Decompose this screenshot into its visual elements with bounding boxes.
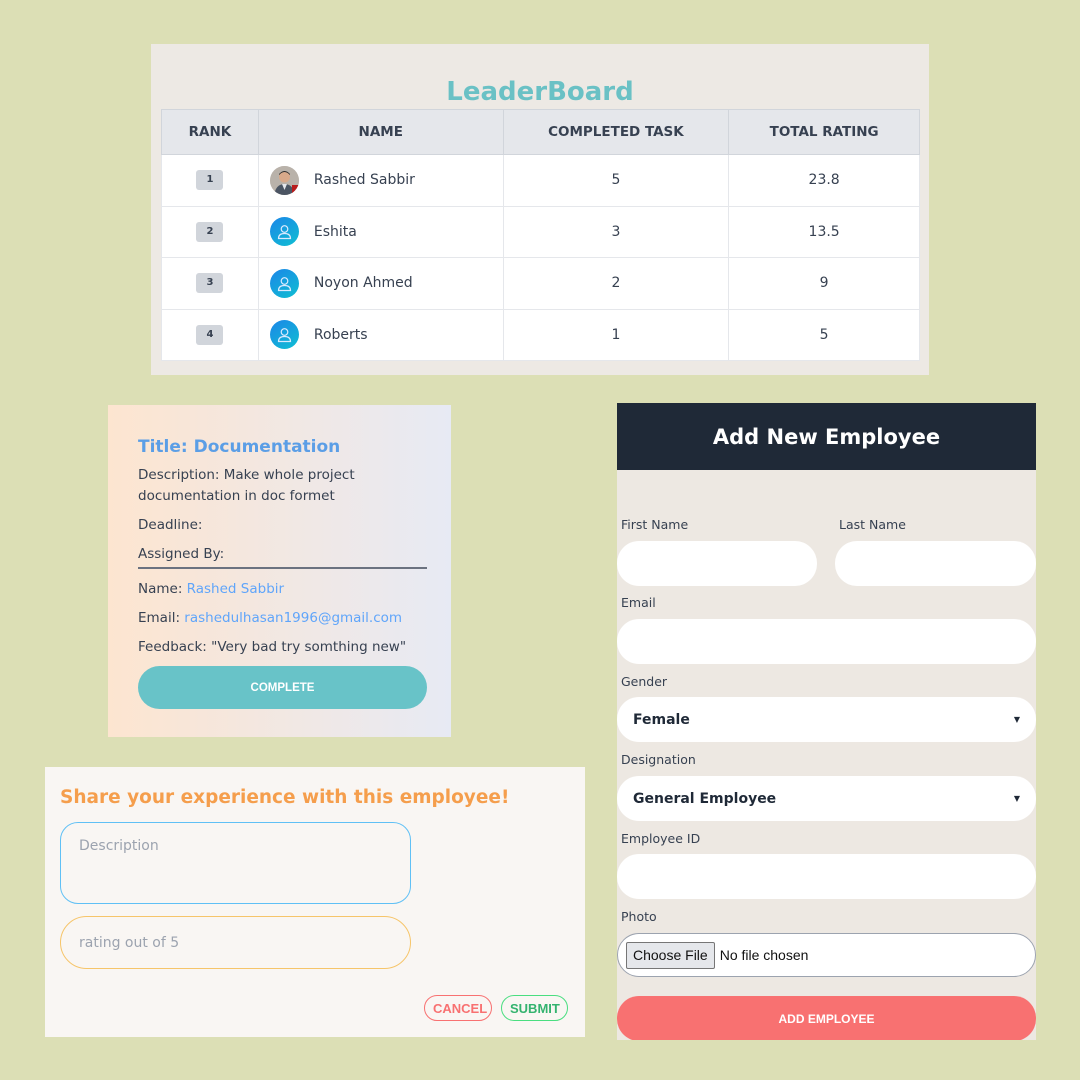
rank-badge: 3 — [196, 273, 224, 294]
complete-button[interactable]: COMPLETE — [138, 666, 427, 709]
assigner-name-value: Rashed Sabbir — [186, 581, 285, 597]
employee-name: Rashed Sabbir — [313, 172, 415, 189]
photo-file-input: Choose File No file chosen — [617, 933, 1036, 977]
designation-selected-value: General Employee — [633, 790, 777, 807]
last-name-label: Last Name — [839, 517, 906, 532]
assigner-name: Name: Rashed Sabbir — [138, 579, 427, 600]
submit-button[interactable]: SUBMIT — [501, 995, 568, 1021]
last-name-input[interactable] — [835, 541, 1036, 586]
first-name-input[interactable] — [617, 541, 817, 586]
description-textarea[interactable] — [60, 822, 411, 904]
photo-label: Photo — [621, 909, 657, 924]
assigner-email-value: rashedulhasan1996@gmail.com — [184, 610, 403, 626]
default-user-icon — [269, 268, 299, 298]
task-feedback: Feedback: "Very bad try somthing new" — [138, 639, 407, 655]
task-description: Description: Make whole project document… — [138, 467, 355, 504]
leaderboard-panel: LeaderBoard RANK NAME COMPLETED TASK TOT… — [151, 44, 929, 375]
leaderboard-table: RANK NAME COMPLETED TASK TOTAL RATING 1 … — [161, 109, 920, 361]
choose-file-button[interactable]: Choose File — [626, 941, 715, 969]
rank-badge: 4 — [196, 324, 224, 345]
rank-badge: 1 — [196, 170, 224, 191]
feedback-form: Share your experience with this employee… — [45, 767, 585, 1037]
designation-label: Designation — [621, 752, 696, 767]
caret-down-icon: ▼ — [1013, 794, 1020, 803]
employee-id-input[interactable] — [617, 854, 1036, 899]
name-header: NAME — [257, 109, 504, 155]
add-employee-button[interactable]: ADD EMPLOYEE — [617, 996, 1036, 1040]
add-employee-form: Add New Employee First Name Last Name Em… — [617, 403, 1036, 1040]
table-row: 3 Noyon Ahmed 2 9 — [161, 257, 920, 310]
form-header: Add New Employee — [617, 403, 1036, 470]
avatar — [269, 165, 299, 195]
employee-id-label: Employee ID — [621, 831, 701, 846]
leaderboard-title: LeaderBoard — [446, 77, 634, 107]
table-header-row: RANK NAME COMPLETED TASK TOTAL RATING — [161, 109, 920, 155]
cancel-button[interactable]: CANCEL — [424, 995, 492, 1021]
email-label: Email — [621, 595, 656, 610]
assigner-email: Email: rashedulhasan1996@gmail.com — [138, 608, 427, 629]
employee-name: Noyon Ahmed — [313, 275, 413, 292]
total-rating-value: 5 — [728, 308, 920, 361]
first-name-label: First Name — [621, 517, 689, 532]
assigned-by-label: Assigned By: — [138, 544, 427, 569]
task-title: Title: Documentation — [138, 437, 341, 457]
default-user-icon — [269, 217, 299, 247]
designation-select[interactable]: General Employee ▼ — [617, 776, 1036, 821]
gender-select[interactable]: Female ▼ — [617, 697, 1036, 742]
table-row: 1 Rashed Sabbir 5 23.8 — [161, 154, 920, 207]
total-rating-value: 9 — [728, 257, 920, 310]
employee-name: Roberts — [313, 326, 368, 343]
total-rating-header: TOTAL RATING — [728, 109, 920, 155]
completed-task-count: 5 — [502, 154, 730, 207]
default-user-icon — [269, 320, 299, 350]
completed-task-count: 2 — [502, 257, 730, 310]
gender-label: Gender — [621, 674, 668, 689]
feedback-form-title: Share your experience with this employee… — [60, 787, 510, 808]
completed-task-header: COMPLETED TASK — [502, 109, 730, 155]
file-status-text: No file chosen — [719, 947, 809, 963]
completed-task-count: 3 — [502, 205, 730, 258]
rank-badge: 2 — [196, 221, 224, 242]
table-row: 4 Roberts 1 5 — [161, 308, 920, 361]
caret-down-icon: ▼ — [1013, 715, 1020, 724]
rank-header: RANK — [161, 109, 259, 155]
assigner-name-label: Name: — [138, 581, 187, 597]
completed-task-count: 1 — [502, 308, 730, 361]
task-card: Title: Documentation Description: Make w… — [108, 405, 451, 737]
rating-input[interactable] — [60, 916, 411, 969]
task-deadline: Deadline: — [138, 517, 203, 533]
email-input[interactable] — [617, 619, 1036, 664]
form-title: Add New Employee — [712, 424, 941, 449]
gender-selected-value: Female — [633, 711, 690, 728]
total-rating-value: 23.8 — [728, 154, 920, 207]
total-rating-value: 13.5 — [728, 205, 920, 258]
assigner-email-label: Email: — [138, 610, 185, 626]
employee-name: Eshita — [313, 223, 357, 240]
table-row: 2 Eshita 3 13.5 — [161, 205, 920, 258]
